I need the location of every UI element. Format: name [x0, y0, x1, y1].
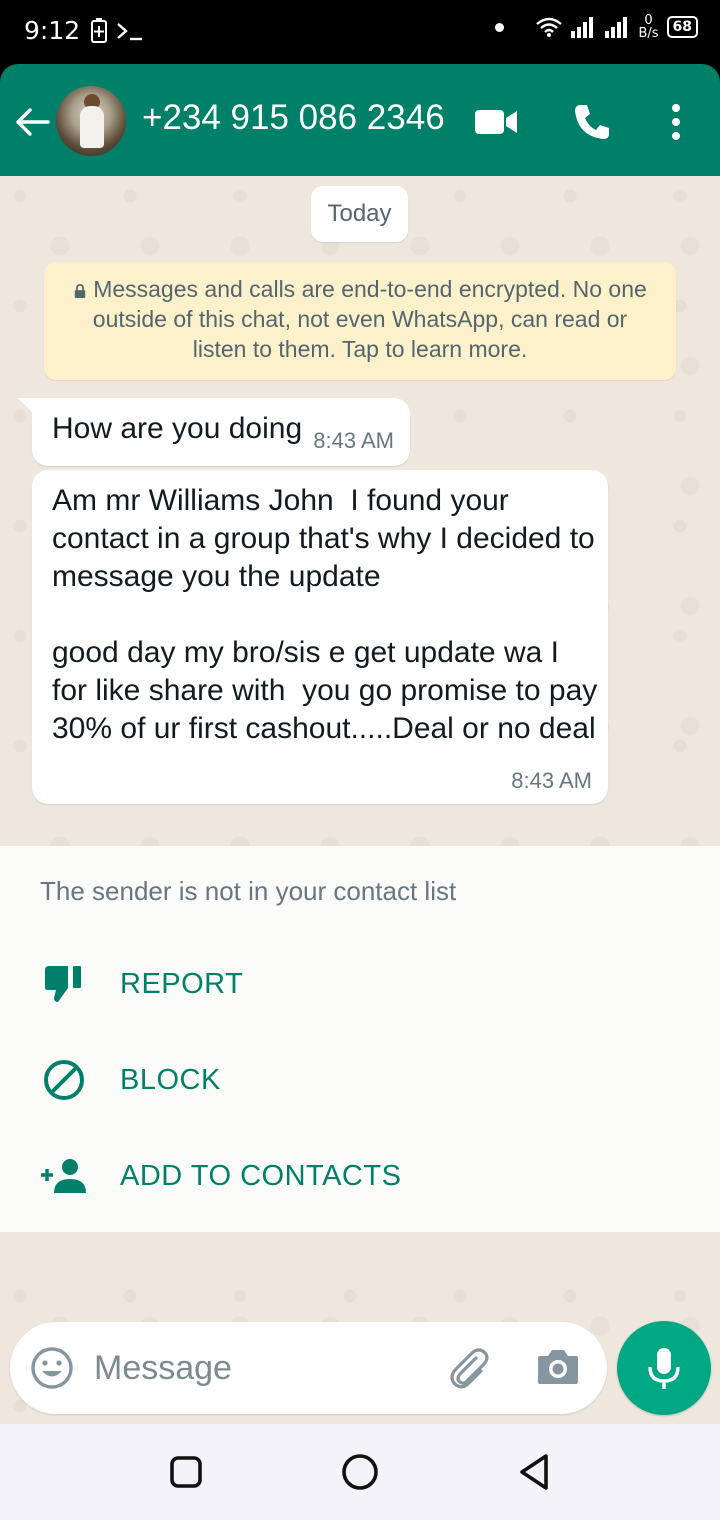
message-bubble[interactable]: How are you doing 8:43 AM [18, 398, 410, 466]
microphone-icon [648, 1348, 680, 1389]
lock-icon [74, 284, 86, 298]
unknown-sender-note: The sender is not in your contact list [40, 876, 457, 906]
message-input[interactable] [94, 1342, 434, 1394]
contact-avatar[interactable] [56, 86, 126, 156]
encryption-notice[interactable]: Messages and calls are end-to-end encryp… [44, 262, 676, 380]
block-label: BLOCK [120, 1063, 221, 1096]
battery-saver-icon [91, 18, 107, 43]
chat-area[interactable]: Today Messages and calls are end-to-end … [0, 176, 720, 1424]
notification-dot-icon [495, 22, 505, 32]
message-text: How are you doing [52, 412, 303, 445]
back-arrow-icon[interactable] [12, 102, 52, 142]
camera-icon[interactable] [536, 1346, 580, 1386]
system-navigation-bar [0, 1424, 720, 1520]
status-bar: 9:12 0 B/s 68 [0, 0, 720, 64]
report-button[interactable]: REPORT [0, 944, 720, 1024]
emoji-icon[interactable] [30, 1346, 74, 1390]
more-options-icon[interactable] [668, 102, 684, 142]
block-button[interactable]: BLOCK [0, 1040, 720, 1120]
block-icon [44, 1060, 84, 1100]
date-chip: Today [311, 186, 408, 242]
attach-icon[interactable] [446, 1346, 492, 1392]
message-time: 8:43 AM [511, 768, 592, 793]
message-composer [10, 1322, 607, 1414]
chat-header: +234 915 086 2346 [0, 64, 720, 176]
battery-level: 68 [666, 16, 698, 38]
signal-icon-2 [605, 17, 628, 38]
voice-call-icon[interactable] [572, 102, 612, 142]
signal-icon-1 [571, 17, 594, 38]
message-time: 8:43 AM [313, 428, 394, 453]
home-icon[interactable] [340, 1452, 380, 1492]
message-bubble[interactable]: Am mr Williams John I found your contact… [32, 470, 608, 804]
unknown-sender-panel: The sender is not in your contact list R… [0, 846, 720, 1232]
wifi-icon [536, 17, 563, 37]
message-text: Am mr Williams John I found your contact… [52, 484, 598, 745]
video-call-icon[interactable] [474, 108, 518, 136]
encryption-notice-text: Messages and calls are end-to-end encryp… [92, 276, 647, 362]
add-person-icon [41, 1159, 86, 1193]
report-label: REPORT [120, 967, 244, 1000]
voice-message-button[interactable] [617, 1321, 711, 1415]
status-time: 9:12 [24, 16, 81, 45]
thumbs-down-icon [44, 966, 81, 1002]
recent-apps-icon[interactable] [168, 1452, 204, 1492]
contact-name[interactable]: +234 915 086 2346 [142, 98, 445, 138]
terminal-icon [117, 23, 142, 41]
status-right-icons: 0 B/s 68 [495, 14, 698, 40]
status-notification-icons [90, 18, 144, 44]
network-speed: 0 B/s [638, 13, 659, 41]
add-to-contacts-button[interactable]: ADD TO CONTACTS [0, 1136, 720, 1216]
add-to-contacts-label: ADD TO CONTACTS [120, 1159, 402, 1192]
back-nav-icon[interactable] [516, 1452, 552, 1492]
